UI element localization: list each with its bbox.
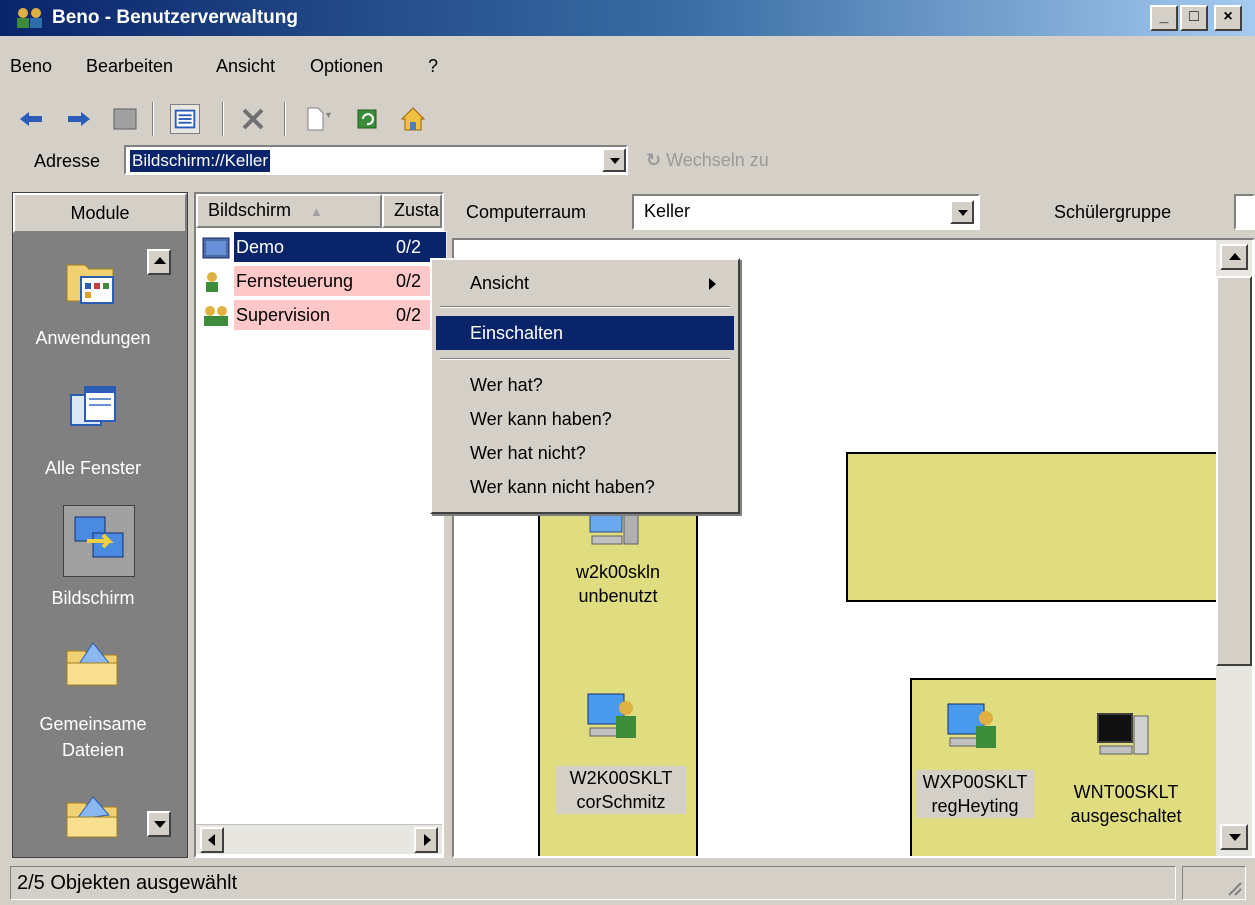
goto-button[interactable]: ↻ Wechseln zu (646, 150, 769, 171)
column-header-zustand[interactable]: Zusta (382, 194, 442, 228)
goto-arrow-icon: ↻ (646, 150, 667, 170)
user-icon (206, 272, 218, 292)
list-row-fernsteuerung-value: 0/2 (396, 271, 422, 291)
window-title: Beno - Benutzerverwaltung (52, 7, 298, 28)
list-horizontal-scrollbar[interactable] (196, 824, 442, 854)
module-label-anwendungen: Anwendungen (35, 328, 151, 348)
list-row-supervision-value: 0/2 (396, 305, 422, 325)
computer-w2k00sklt[interactable]: W2K00SKLT corSchmitz (556, 766, 686, 814)
status-pane-secondary (1182, 866, 1246, 900)
folder-icon[interactable] (63, 785, 123, 845)
group-select[interactable] (1234, 194, 1255, 230)
menu-beno[interactable]: Beno (10, 56, 52, 77)
room-select[interactable]: Keller (632, 194, 980, 230)
resize-grip-icon[interactable] (1225, 879, 1243, 897)
delete-icon[interactable] (238, 104, 268, 134)
context-item-ansicht-label: Ansicht (470, 273, 530, 293)
module-scroll-down-button[interactable] (147, 811, 171, 837)
canvas-scroll-up-button[interactable] (1220, 244, 1248, 270)
menu-help[interactable]: ? (428, 56, 438, 77)
folder-apps-icon (66, 264, 114, 304)
canvas-vertical-scrollbar[interactable] (1216, 240, 1252, 856)
users-app-icon (17, 8, 42, 28)
screen-list: Bildschirm ▲ Zusta Demo 0/2 Fernsteuerun… (194, 192, 447, 858)
toolbar: ▾ (0, 98, 500, 142)
room-label: Computerraum (466, 202, 587, 222)
column-header-bildschirm[interactable]: Bildschirm ▲ (196, 194, 382, 228)
module-scroll-up-button[interactable] (147, 249, 171, 275)
menu-optionen[interactable]: Optionen (310, 56, 383, 77)
context-item-wer-hat[interactable]: Wer hat? (436, 368, 734, 402)
minimize-button[interactable]: _ (1150, 5, 1178, 31)
list-row-demo[interactable]: Demo 0/2 (200, 231, 447, 266)
maximize-button[interactable]: □ (1180, 5, 1208, 31)
menu-bearbeiten[interactable]: Bearbeiten (86, 56, 173, 77)
column-header-bildschirm-label: Bildschirm (208, 200, 292, 220)
computer-wnt00sklt[interactable]: WNT00SKLT ausgeschaltet (1056, 780, 1196, 828)
room-dropdown-button[interactable] (950, 200, 974, 224)
address-dropdown-button[interactable] (602, 148, 626, 172)
menu-ansicht[interactable]: Ansicht (216, 56, 275, 77)
module-header[interactable]: Module (13, 193, 187, 233)
computer-status: corSchmitz (576, 792, 666, 812)
context-item-wer-hat-nicht[interactable]: Wer hat nicht? (436, 436, 734, 470)
computer-name: WNT00SKLT (1073, 782, 1179, 802)
list-row-fernsteuerung[interactable]: Fernsteuerung 0/2 (200, 266, 446, 300)
scroll-right-button[interactable] (414, 827, 438, 853)
address-label: Adresse (34, 151, 101, 171)
computer-name: w2k00skln (575, 562, 661, 582)
computer-off-icon[interactable] (1094, 708, 1154, 768)
context-item-einschalten[interactable]: Einschalten (436, 316, 734, 350)
computer-user-icon[interactable] (584, 688, 644, 748)
computer-wxp00sklt[interactable]: WXP00SKLT regHeyting (916, 770, 1034, 818)
module-label-gemeinsame: Gemeinsame (39, 714, 147, 734)
refresh-icon[interactable] (352, 104, 382, 134)
address-value[interactable]: Bildschirm://Keller (130, 150, 271, 172)
computer-status: unbenutzt (578, 586, 658, 606)
module-panel: Module Anwendungen Alle Fenster Bildschi… (12, 192, 188, 858)
computer-name: WXP00SKLT (922, 772, 1028, 792)
back-arrow-icon[interactable] (16, 104, 46, 134)
windows-icon (70, 386, 116, 426)
module-label-bildschirm: Bildschirm (51, 588, 135, 608)
submenu-arrow-icon (709, 278, 716, 290)
details-view-icon[interactable] (170, 104, 200, 134)
computer-name: W2K00SKLT (569, 768, 673, 788)
forward-arrow-icon[interactable] (64, 104, 94, 134)
computer-status: ausgeschaltet (1070, 806, 1182, 826)
computer-w2k00skln[interactable]: w2k00skln unbenutzt (544, 560, 692, 608)
group-label: Schülergruppe (1054, 202, 1172, 222)
users-icon (204, 306, 228, 326)
list-row-demo-value: 0/2 (396, 237, 422, 257)
canvas-scroll-down-button[interactable] (1220, 824, 1248, 850)
scroll-left-button[interactable] (200, 827, 224, 853)
context-item-ansicht[interactable]: Ansicht (436, 266, 734, 300)
context-item-wer-kann-nicht-haben[interactable]: Wer kann nicht haben? (436, 470, 734, 504)
status-text: 2/5 Objekten ausgewählt (10, 866, 1176, 900)
shared-folder-icon (66, 642, 118, 686)
home-icon[interactable] (398, 104, 428, 134)
room-select-value: Keller (644, 201, 691, 221)
properties-icon[interactable] (110, 104, 140, 134)
address-combo[interactable]: Bildschirm://Keller (124, 145, 628, 175)
screen-icon (74, 516, 124, 558)
sort-asc-icon: ▲ (310, 204, 323, 219)
goto-label: Wechseln zu (666, 150, 769, 170)
list-row-supervision[interactable]: Supervision 0/2 (200, 300, 446, 334)
demo-screen-icon (202, 237, 230, 259)
computer-user-icon[interactable] (944, 698, 1004, 758)
canvas-scroll-thumb[interactable] (1216, 276, 1252, 666)
status-bar: 2/5 Objekten ausgewählt (0, 862, 1255, 905)
context-item-wer-kann-haben[interactable]: Wer kann haben? (436, 402, 734, 436)
computer-status: regHeyting (931, 796, 1019, 816)
title-bar[interactable]: Beno - Benutzerverwaltung _ □ × (0, 0, 1255, 36)
context-menu: Ansicht Einschalten Wer hat? Wer kann ha… (430, 258, 740, 514)
close-button[interactable]: × (1214, 5, 1242, 31)
room-table-area (846, 452, 1236, 602)
module-label-dateien: Dateien (61, 740, 125, 760)
module-label-alle-fenster: Alle Fenster (44, 458, 142, 478)
